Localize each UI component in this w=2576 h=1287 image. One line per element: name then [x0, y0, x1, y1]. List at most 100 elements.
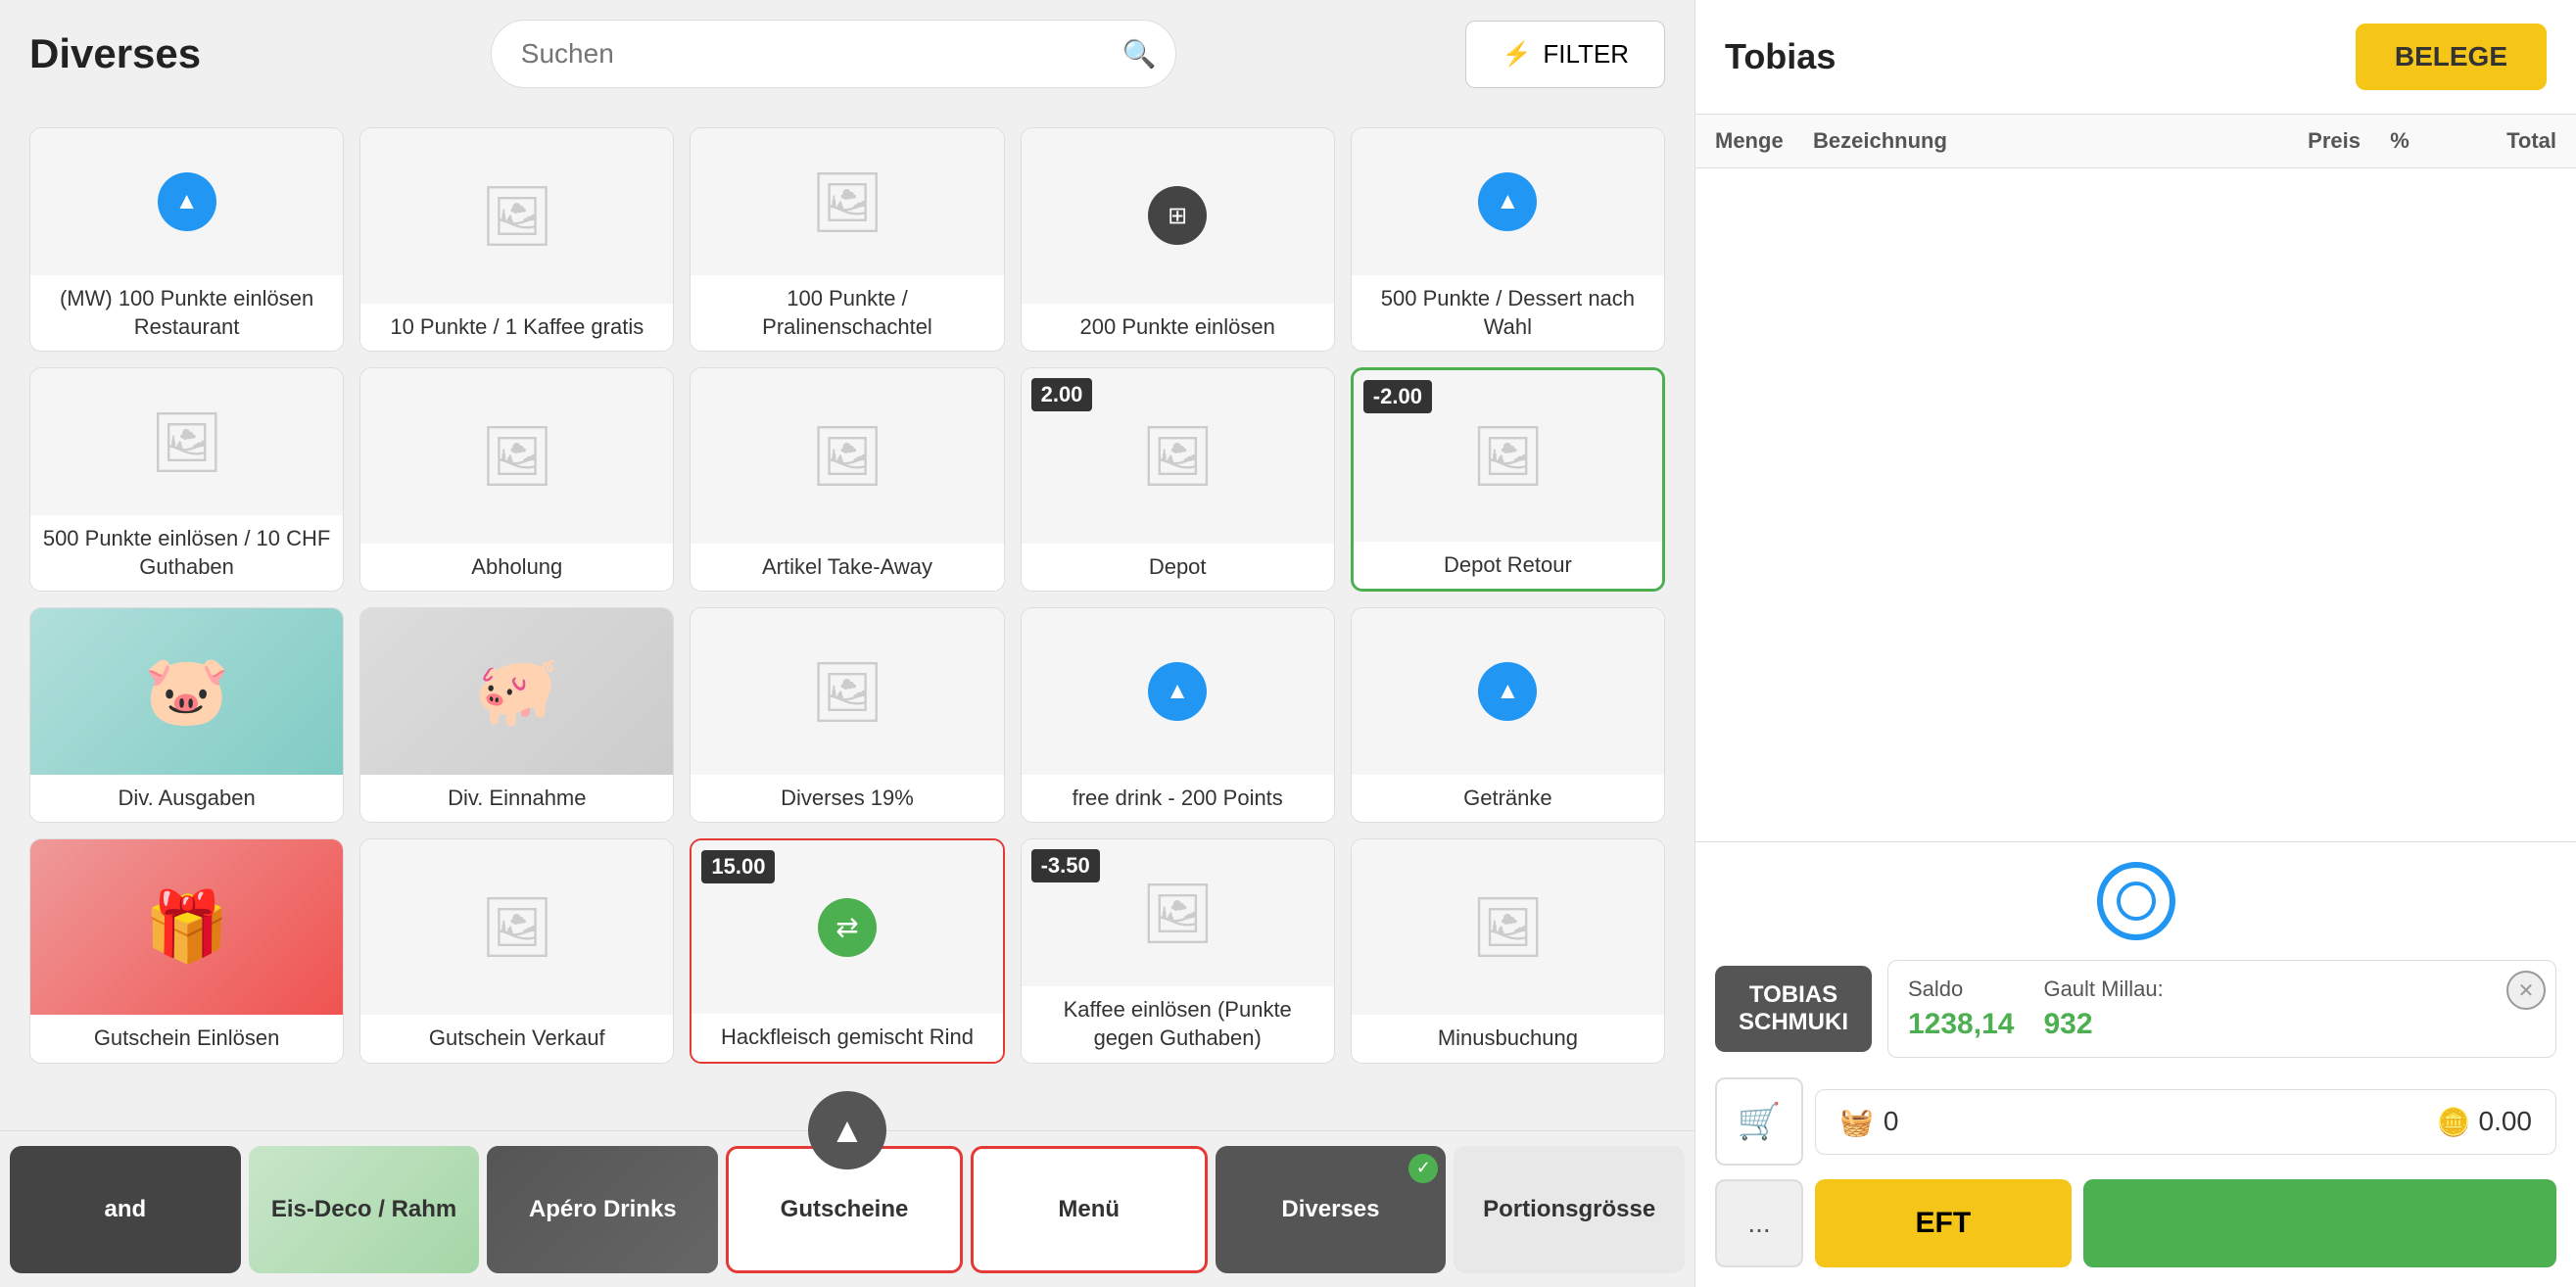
product-card[interactable]: 🎁 Gutschein Einlösen	[29, 838, 344, 1063]
nav-item-and[interactable]: and	[10, 1146, 241, 1273]
scroll-up-button[interactable]: ▲	[808, 1091, 886, 1169]
target-circle-icon	[2097, 862, 2175, 940]
nav-checkmark-icon: ✓	[1408, 1154, 1438, 1183]
search-input[interactable]	[491, 20, 1176, 88]
product-image: 🖼 -3.50	[1022, 839, 1334, 986]
product-icon: 🐷	[30, 608, 343, 774]
product-label: Gutschein Einlösen	[30, 1015, 343, 1063]
product-label: Depot	[1022, 544, 1334, 592]
nav-item-portionsgroesse[interactable]: Portionsgrösse	[1454, 1146, 1685, 1273]
product-label: Diverses 19%	[691, 775, 1003, 823]
product-label: 200 Punkte einlösen	[1022, 304, 1334, 352]
nav-apero-label: Apéro Drinks	[529, 1196, 677, 1223]
product-image: 🖼	[1352, 839, 1664, 1015]
product-card[interactable]: 🖼 2.00 Depot	[1021, 367, 1335, 592]
product-card[interactable]: 🖼 Abholung	[359, 367, 674, 592]
product-label: Getränke	[1352, 775, 1664, 823]
product-image: 🖼	[360, 368, 673, 544]
product-image: 🖼	[360, 839, 673, 1015]
col-header-preis: Preis	[2233, 128, 2361, 154]
product-card[interactable]: ▲ free drink - 200 Points	[1021, 607, 1335, 823]
basket-info: 🧺 0 🪙 0.00	[1815, 1089, 2556, 1155]
price-badge: -2.00	[1363, 380, 1432, 413]
more-button[interactable]: ...	[1715, 1179, 1803, 1267]
product-label: (MW) 100 Punkte einlösen Restaurant	[30, 275, 343, 351]
product-label: Div. Ausgaben	[30, 775, 343, 823]
product-card[interactable]: 🖼 500 Punkte einlösen / 10 CHF Guthaben	[29, 367, 344, 592]
product-card[interactable]: ▲ Getränke	[1351, 607, 1665, 823]
product-card[interactable]: 🖼 Diverses 19%	[690, 607, 1004, 823]
col-header-bezeichnung: Bezeichnung	[1813, 128, 2233, 154]
product-card[interactable]: ⊞ 200 Punkte einlösen	[1021, 127, 1335, 352]
eft-button[interactable]: EFT	[1815, 1179, 2072, 1267]
saldo-card: Saldo 1238,14 Gault Millau: 932 ✕	[1887, 960, 2556, 1058]
product-card[interactable]: 🖼 100 Punkte / Pralinenschachtel	[690, 127, 1004, 352]
product-icon: 🖼	[691, 368, 1003, 544]
belege-button[interactable]: BELEGE	[2356, 24, 2547, 90]
filter-button[interactable]: ⚡ FILTER	[1465, 21, 1665, 88]
gaultmillau-value: 932	[2043, 1008, 2163, 1041]
product-card[interactable]: 🖼 Artikel Take-Away	[690, 367, 1004, 592]
product-label: 100 Punkte / Pralinenschachtel	[691, 275, 1003, 351]
right-panel: Tobias BELEGE Menge Bezeichnung Preis % …	[1694, 0, 2576, 1287]
product-image: ⊞	[1022, 128, 1334, 304]
product-icon: 🖼	[1352, 839, 1664, 1015]
close-saldo-button[interactable]: ✕	[2506, 971, 2546, 1010]
price-badge: 15.00	[701, 850, 775, 883]
product-icon: 🖼	[360, 128, 673, 304]
product-card[interactable]: ▲ (MW) 100 Punkte einlösen Restaurant	[29, 127, 344, 352]
product-icon: ⇄	[818, 898, 877, 957]
customer-card: TOBIAS SCHMUKI Saldo 1238,14 Gault Milla…	[1715, 960, 2556, 1058]
nav-diverses-label: Diverses	[1281, 1196, 1379, 1223]
pay-button[interactable]	[2083, 1179, 2556, 1267]
customer-badge-line1: TOBIAS	[1735, 981, 1852, 1009]
product-card[interactable]: ▲ 500 Punkte / Dessert nach Wahl	[1351, 127, 1665, 352]
product-card[interactable]: 🖼 -2.00 Depot Retour	[1351, 367, 1665, 592]
product-card[interactable]: 🖼 10 Punkte / 1 Kaffee gratis	[359, 127, 674, 352]
product-card[interactable]: 🐖 Div. Einnahme	[359, 607, 674, 823]
price-badge: 2.00	[1031, 378, 1093, 411]
product-label: Minusbuchung	[1352, 1015, 1664, 1063]
product-label: Depot Retour	[1354, 542, 1662, 590]
product-icon: ⊞	[1148, 186, 1207, 245]
product-image: ▲	[1352, 608, 1664, 774]
nav-item-menu[interactable]: Menü	[971, 1146, 1208, 1273]
product-label: 500 Punkte / Dessert nach Wahl	[1352, 275, 1664, 351]
payment-actions: ... EFT	[1715, 1179, 2556, 1267]
product-icon: 🖼	[360, 839, 673, 1015]
product-image: 🖼	[691, 608, 1003, 774]
product-label: Hackfleisch gemischt Rind	[692, 1014, 1002, 1062]
product-image: 🎁	[30, 839, 343, 1015]
product-image: ▲	[30, 128, 343, 275]
basket-amount: 🪙 0.00	[2437, 1106, 2532, 1138]
filter-icon: ⚡	[1502, 40, 1531, 69]
nav-portionsgroesse-label: Portionsgrösse	[1483, 1196, 1655, 1223]
product-image: 🖼 2.00	[1022, 368, 1334, 544]
product-card[interactable]: 🖼 -3.50 Kaffee einlösen (Punkte gegen Gu…	[1021, 838, 1335, 1063]
nav-item-eis[interactable]: Eis-Deco / Rahm	[249, 1146, 480, 1273]
product-image: ▲	[1022, 608, 1334, 774]
product-card[interactable]: 🖼 Minusbuchung	[1351, 838, 1665, 1063]
gaultmillau-item: Gault Millau: 932	[2043, 977, 2163, 1041]
saldo-label: Saldo	[1908, 977, 2014, 1002]
nav-item-apero[interactable]: Apéro Drinks	[487, 1146, 718, 1273]
basket-icon: 🧺	[1839, 1106, 1874, 1138]
product-image: 🐷	[30, 608, 343, 774]
product-image: 🖼	[691, 128, 1003, 275]
nav-item-diverses[interactable]: ✓ Diverses	[1216, 1146, 1447, 1273]
search-icon: 🔍	[1122, 38, 1157, 71]
col-header-total: Total	[2439, 128, 2556, 154]
product-image: 🐖	[360, 608, 673, 774]
cart-button[interactable]: 🛒	[1715, 1077, 1803, 1166]
product-card[interactable]: 🐷 Div. Ausgaben	[29, 607, 344, 823]
product-icon: 🖼	[691, 128, 1003, 275]
product-icon: 🐖	[360, 608, 673, 774]
product-icon: 🖼	[691, 608, 1003, 774]
right-header: Tobias BELEGE	[1695, 0, 2576, 115]
product-card[interactable]: ⇄ 15.00 Hackfleisch gemischt Rind	[690, 838, 1004, 1063]
product-card[interactable]: 🖼 Gutschein Verkauf	[359, 838, 674, 1063]
product-image: 🖼 -2.00	[1354, 370, 1662, 542]
nav-menu-label: Menü	[1058, 1196, 1120, 1223]
product-image: 🖼	[30, 368, 343, 515]
customer-badge[interactable]: TOBIAS SCHMUKI	[1715, 966, 1872, 1052]
